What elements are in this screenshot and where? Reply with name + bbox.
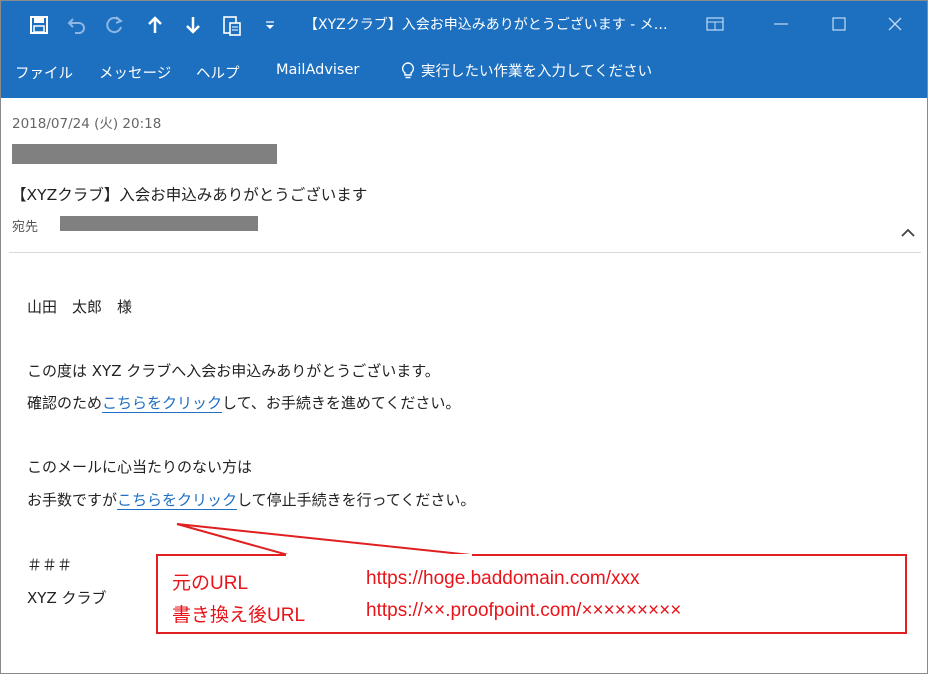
original-url-label: 元のURL	[172, 573, 249, 594]
rewritten-url-value: https://××.proofpoint.com/×××××××××	[366, 600, 682, 621]
rewritten-url-label: 書き換え後URL	[172, 605, 306, 626]
original-url-value: https://hoge.baddomain.com/xxx	[366, 568, 640, 589]
email-window: 【XYZクラブ】入会お申込みありがとうございます - メ… ファイル メッセージ…	[0, 0, 928, 674]
callout-row-rewritten: 書き換え後URL https://××.proofpoint.com/×××××…	[172, 600, 681, 627]
url-callout: 元のURL https://hoge.baddomain.com/xxx 書き換…	[156, 554, 907, 634]
callout-row-original: 元のURL https://hoge.baddomain.com/xxx	[172, 568, 640, 595]
